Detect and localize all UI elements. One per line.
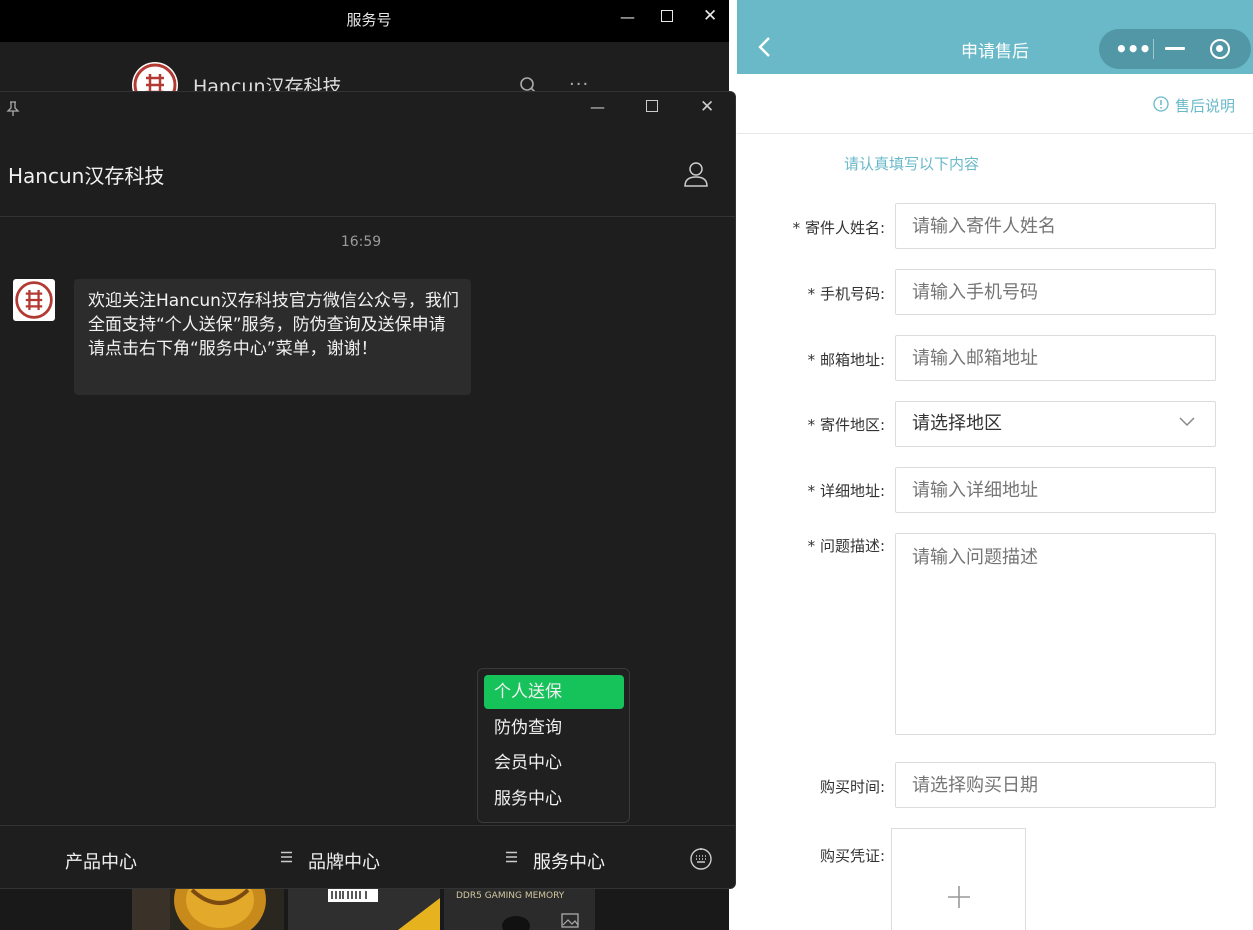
popup-item-personal-warranty[interactable]: 个人送保 xyxy=(484,675,624,709)
minimize-icon[interactable]: — xyxy=(620,8,635,26)
note-row: 售后说明 xyxy=(737,74,1253,134)
field-label-email: * 邮箱地址: xyxy=(807,351,885,369)
message-timestamp: 16:59 xyxy=(340,234,382,250)
chat-title: Hancun汉存科技 xyxy=(8,164,165,188)
menu-tab-brand[interactable]: 品牌中心 xyxy=(308,848,380,874)
problem-textarea[interactable] xyxy=(895,533,1216,735)
close-icon[interactable]: ✕ xyxy=(703,7,717,25)
article-image[interactable]: DDR5 GAMING MEMORY xyxy=(444,888,595,930)
field-label-region: * 寄件地区: xyxy=(807,416,885,434)
field-label-address: * 详细地址: xyxy=(807,482,885,500)
field-label-phone: * 手机号码: xyxy=(807,285,885,303)
chat-window: — ✕ Hancun汉存科技 16:59 欢迎关注Hancun汉存科技官方微信公… xyxy=(0,91,736,889)
chevron-down-icon xyxy=(1179,417,1195,427)
address-input[interactable] xyxy=(895,467,1216,513)
after-sales-note-link[interactable]: 售后说明 xyxy=(1175,95,1235,116)
miniprogram-panel: 申请售后 ••• 售后说明 请认真填写以下内容 * 寄件人姓名: * 手机号码:… xyxy=(737,0,1253,930)
image-icon xyxy=(502,913,579,930)
article-image[interactable] xyxy=(288,888,440,930)
maximize-icon[interactable] xyxy=(646,100,658,112)
message-avatar[interactable] xyxy=(13,279,55,321)
field-label-sender-name: * 寄件人姓名: xyxy=(792,219,885,237)
minimize-icon[interactable]: — xyxy=(590,98,605,116)
background-header xyxy=(0,42,730,92)
keyboard-icon[interactable] xyxy=(690,848,712,870)
field-label-proof: 购买凭证: xyxy=(819,847,885,865)
profile-icon[interactable] xyxy=(683,161,709,187)
background-titlebar: 服务号 — ✕ xyxy=(0,0,730,42)
article-image[interactable] xyxy=(132,860,284,930)
pin-icon[interactable] xyxy=(6,101,20,117)
miniprogram-navbar: 申请售后 ••• xyxy=(737,0,1253,74)
menu-tab-products[interactable]: 产品中心 xyxy=(65,848,137,874)
menu-tab-service[interactable]: 服务中心 xyxy=(533,848,605,874)
close-icon[interactable]: ✕ xyxy=(700,98,714,116)
chat-divider xyxy=(0,216,735,217)
proof-upload-box[interactable] xyxy=(891,828,1026,930)
sender-name-input[interactable] xyxy=(895,203,1216,249)
memory-art-icon xyxy=(132,860,266,930)
more-icon[interactable]: ••• xyxy=(1115,37,1151,61)
popup-item-service-center[interactable]: 服务中心 xyxy=(484,782,624,816)
plus-icon xyxy=(948,886,970,908)
chat-topbar: — ✕ xyxy=(0,92,735,128)
popup-item-anti-counterfeit[interactable]: 防伪查询 xyxy=(484,711,624,745)
close-target-icon[interactable] xyxy=(1210,39,1230,59)
memory-module-icon xyxy=(288,888,440,930)
capsule-divider xyxy=(1153,39,1154,59)
menu-lines-icon xyxy=(506,851,517,863)
minimize-icon[interactable] xyxy=(1165,47,1185,50)
popup-item-member-center[interactable]: 会员中心 xyxy=(484,746,624,780)
service-menu-popup: 个人送保 防伪查询 会员中心 服务中心 xyxy=(477,668,630,823)
field-label-purchase-date: 购买时间: xyxy=(819,778,885,796)
hancun-logo-icon xyxy=(15,281,53,319)
message-bubble[interactable]: 欢迎关注Hancun汉存科技官方微信公众号，我们全面支持“个人送保”服务，防伪查… xyxy=(74,279,471,395)
info-icon[interactable] xyxy=(1153,96,1169,112)
capsule-menu: ••• xyxy=(1099,29,1251,69)
email-input[interactable] xyxy=(895,335,1216,381)
maximize-icon[interactable] xyxy=(661,10,673,22)
region-select-value: 请选择地区 xyxy=(912,413,1002,434)
chat-menu-bar: 产品中心 品牌中心 服务中心 xyxy=(0,825,735,888)
menu-lines-icon xyxy=(281,851,292,863)
form-hint: 请认真填写以下内容 xyxy=(844,155,980,173)
article-image-strip: DDR5 GAMING MEMORY xyxy=(132,860,595,930)
region-select[interactable]: 请选择地区 xyxy=(895,401,1216,447)
phone-input[interactable] xyxy=(895,269,1216,315)
field-label-problem: * 问题描述: xyxy=(807,537,885,555)
purchase-date-input[interactable] xyxy=(895,762,1216,808)
